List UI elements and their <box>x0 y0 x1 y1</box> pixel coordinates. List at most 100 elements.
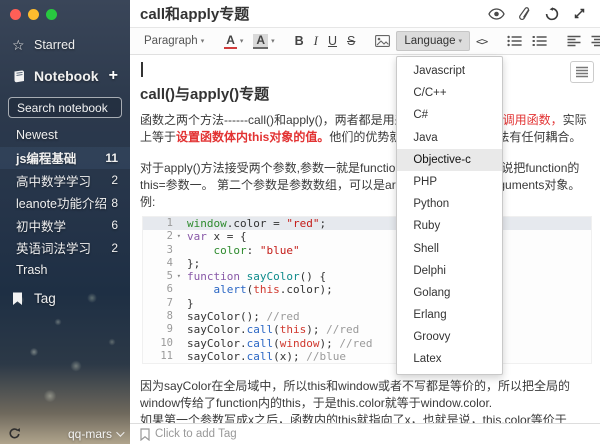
notebook-item-label: Newest <box>16 128 58 142</box>
paragraph-style-label: Paragraph <box>144 35 198 47</box>
code-text: sayColor.call(x); //blue <box>177 350 346 363</box>
close-window-button[interactable] <box>10 9 21 20</box>
highlight-color-button[interactable]: A ▾ <box>249 32 278 51</box>
sidebar-item-tag[interactable]: Tag <box>0 286 130 312</box>
code-line: 7} <box>143 297 591 310</box>
unordered-list-icon <box>507 35 522 47</box>
empty-first-line[interactable] <box>140 59 588 79</box>
notebook-item[interactable]: js编程基础11 <box>0 147 130 170</box>
code-line: 3 color: "blue" <box>143 244 591 257</box>
code-text: sayColor(); //red <box>177 310 300 323</box>
notebook-item-label: Trash <box>16 263 48 277</box>
note-heading: call()与apply()专题 <box>140 83 588 104</box>
language-menu-item[interactable]: Latex <box>397 348 502 370</box>
notebook-list: Newest js编程基础11高中数学学习2leanote功能介绍8初中数学 6 英语… <box>0 124 130 282</box>
code-text: var x = { <box>177 230 247 243</box>
paragraph-3: 因为sayColor在全局域中，所以this和window或者不写都是等价的，所… <box>140 378 590 412</box>
font-color-button[interactable]: A ▾ <box>220 32 247 51</box>
align-left-button[interactable] <box>563 33 585 49</box>
paragraph-style-button[interactable]: Paragraph ▾ <box>140 33 208 49</box>
attachment-paperclip-icon[interactable] <box>519 7 531 21</box>
language-menu-item[interactable]: Groovy <box>397 326 502 348</box>
notebook-item[interactable]: 英语词法学习2 <box>0 237 130 260</box>
code-block[interactable]: 1window.color = "red";2▾var x = {3 color… <box>142 216 592 364</box>
minimize-window-button[interactable] <box>28 9 39 20</box>
code-line: 8sayColor(); //red <box>143 310 591 323</box>
sidebar-footer: qq-mars <box>0 423 130 444</box>
notebook-item-label: 初中数学 <box>16 216 66 235</box>
note-titlebar: call和apply专题 <box>130 0 600 28</box>
align-center-button[interactable] <box>587 33 600 49</box>
line-number: 5▾ <box>143 270 177 283</box>
notebook-item[interactable]: Newest <box>0 124 130 147</box>
image-icon <box>375 35 390 47</box>
sync-icon[interactable] <box>8 427 21 440</box>
language-menu: JavascriptC/C++C#JavaObjective-cPHPPytho… <box>396 56 503 375</box>
code-text: color: "blue" <box>177 244 300 257</box>
language-dropdown-wrap: Language ▾ JavascriptC/C++C#JavaObjectiv… <box>396 31 470 51</box>
fold-caret-icon[interactable]: ▾ <box>177 230 181 243</box>
line-number: 11 <box>143 350 177 363</box>
add-tag-button[interactable]: Click to add Tag <box>155 428 237 440</box>
language-menu-item[interactable]: Shell <box>397 238 502 260</box>
line-number: 2▾ <box>143 230 177 243</box>
language-menu-item[interactable]: C# <box>397 104 502 126</box>
user-menu[interactable]: qq-mars <box>68 427 122 441</box>
editor-area[interactable]: call()与apply()专题 函数之两个方法------call()和app… <box>130 55 600 423</box>
notebook-search <box>8 97 122 118</box>
notebook-item[interactable]: 初中数学 6 <box>0 214 130 237</box>
notebook-item-label: 英语词法学习 <box>16 238 91 257</box>
notebook-item[interactable]: Trash <box>0 259 130 282</box>
language-menu-item[interactable]: Java <box>397 127 502 149</box>
line-number: 7 <box>143 297 177 310</box>
chevron-down-icon <box>116 428 124 436</box>
p1-red-bold-text: 设置函数体内this对象的值。 <box>176 130 329 144</box>
note-footer: Click to add Tag <box>130 423 600 444</box>
chevron-down-icon: ▾ <box>271 37 275 45</box>
ordered-list-button[interactable] <box>528 33 551 49</box>
insert-image-button[interactable] <box>371 33 394 49</box>
fold-caret-icon[interactable]: ▾ <box>177 270 181 283</box>
code-text: } <box>177 297 194 310</box>
code-block-button[interactable]: <> <box>472 33 491 50</box>
example-label: 例: <box>140 194 588 211</box>
search-notebook-input[interactable] <box>8 97 122 118</box>
code-text: sayColor.call(this); //red <box>177 323 359 336</box>
bold-button[interactable]: B <box>291 32 308 50</box>
preview-eye-icon[interactable] <box>488 8 505 20</box>
code-line: 10sayColor.call(window); //red <box>143 337 591 350</box>
sidebar-item-notebook[interactable]: Notebook + <box>0 62 130 90</box>
notebook-item[interactable]: 高中数学学习2 <box>0 169 130 192</box>
italic-button[interactable]: I <box>310 31 322 51</box>
zoom-window-button[interactable] <box>46 9 57 20</box>
add-notebook-button[interactable]: + <box>109 68 118 84</box>
notebook-item-count: 6 <box>111 218 118 232</box>
strikethrough-button[interactable]: S <box>343 32 359 50</box>
history-icon[interactable] <box>545 7 559 21</box>
fullscreen-expand-icon[interactable] <box>573 7 586 20</box>
titlebar-actions <box>488 7 590 21</box>
unordered-list-button[interactable] <box>503 33 526 49</box>
language-menu-item[interactable]: C/C++ <box>397 82 502 104</box>
language-menu-item[interactable]: Javascript <box>397 60 502 82</box>
underline-button[interactable]: U <box>324 32 341 50</box>
ordered-list-icon <box>532 35 547 47</box>
language-menu-item[interactable]: Erlang <box>397 304 502 326</box>
code-line: 9sayColor.call(this); //red <box>143 323 591 336</box>
note-title[interactable]: call和apply专题 <box>140 3 249 24</box>
language-menu-item[interactable]: Golang <box>397 282 502 304</box>
code-line: 5▾function sayColor() { <box>143 270 591 283</box>
window-controls <box>0 0 130 26</box>
align-center-icon <box>591 35 600 47</box>
language-menu-item[interactable]: PHP <box>397 171 502 193</box>
language-button[interactable]: Language ▾ <box>396 31 470 51</box>
language-menu-item[interactable]: Delphi <box>397 260 502 282</box>
highlight-color-icon: A <box>253 34 268 49</box>
language-menu-item[interactable]: Objective-c <box>397 149 502 171</box>
language-menu-item[interactable]: Python <box>397 193 502 215</box>
sidebar-item-starred[interactable]: ☆ Starred <box>0 32 130 58</box>
line-number: 9 <box>143 323 177 336</box>
notebook-item[interactable]: leanote功能介绍8 <box>0 192 130 215</box>
paragraph-4: 如果第一个参数写成x之后，函数内的this就指向了x，也就是说，this.col… <box>140 412 590 423</box>
language-menu-item[interactable]: Ruby <box>397 215 502 237</box>
